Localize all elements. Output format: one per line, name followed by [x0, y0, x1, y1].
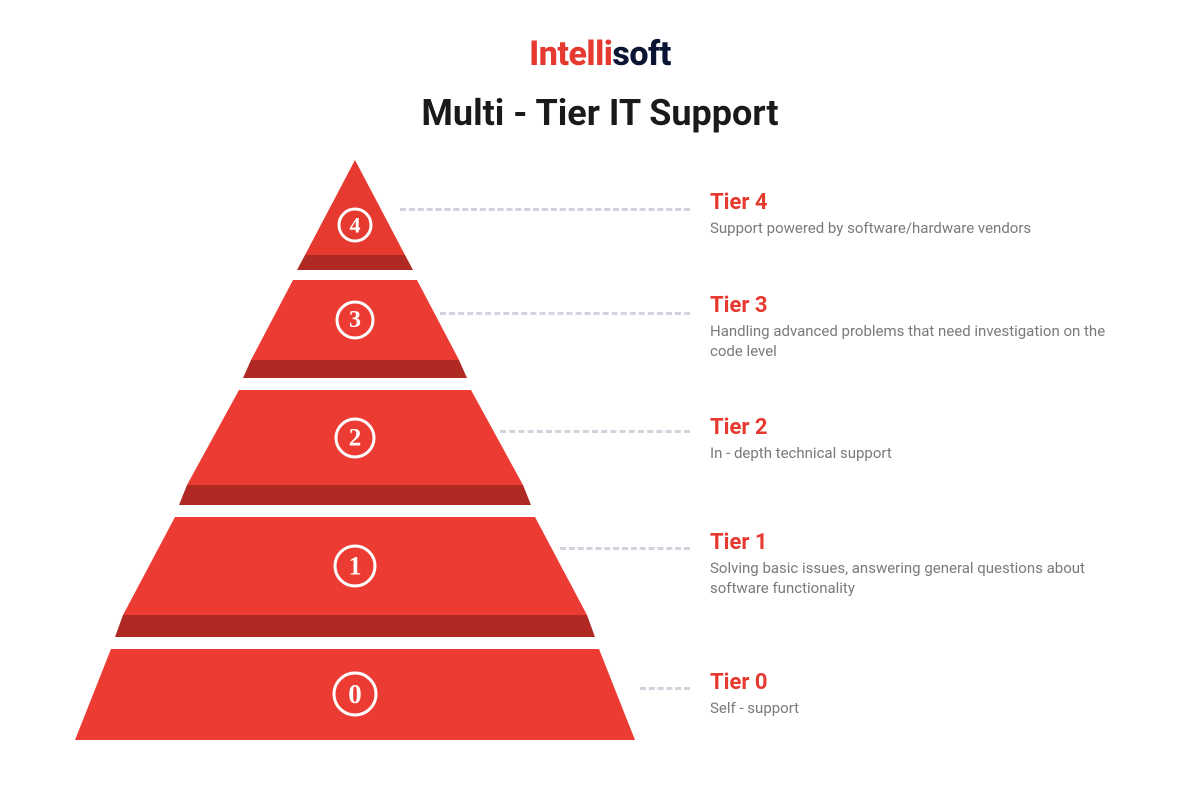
tier-0-title: Tier 0	[710, 670, 799, 695]
page-title: Multi - Tier IT Support	[421, 92, 778, 134]
tier-3-badge: 3	[349, 307, 361, 333]
pyramid-tier-2: 2	[179, 390, 531, 505]
tier-1-description: Tier 1 Solving basic issues, answering g…	[710, 530, 1110, 598]
pyramid-tier-4: 4	[297, 160, 413, 270]
pyramid-tier-0: 0	[75, 649, 635, 740]
tier-3-text: Handling advanced problems that need inv…	[710, 322, 1110, 361]
tier-1-title: Tier 1	[710, 530, 1110, 555]
tier-0-text: Self - support	[710, 699, 799, 719]
tier-2-text: In - depth technical support	[710, 444, 892, 464]
pyramid-diagram: .face { fill: #ec3b33; } .shadow { fill:…	[75, 160, 635, 750]
tier-2-badge: 2	[349, 425, 362, 452]
tier-4-title: Tier 4	[710, 190, 1031, 215]
tier-2-title: Tier 2	[710, 415, 892, 440]
logo: Intellisoft	[529, 34, 671, 74]
connector-tier-4	[400, 208, 690, 211]
pyramid-tier-1: 1	[115, 517, 595, 637]
tier-3-description: Tier 3 Handling advanced problems that n…	[710, 293, 1110, 361]
tier-4-description: Tier 4 Support powered by software/hardw…	[710, 190, 1031, 239]
tier-0-badge: 0	[348, 679, 362, 709]
connector-tier-1	[560, 547, 690, 550]
tier-1-text: Solving basic issues, answering general …	[710, 559, 1110, 598]
tier-4-text: Support powered by software/hardware ven…	[710, 219, 1031, 239]
tier-1-badge: 1	[349, 552, 362, 581]
connector-tier-0	[640, 687, 690, 690]
logo-part1: Intelli	[529, 34, 612, 74]
pyramid-tier-3: 3	[243, 280, 467, 378]
tier-4-badge: 4	[350, 213, 361, 238]
logo-part2: soft	[612, 34, 670, 74]
tier-0-description: Tier 0 Self - support	[710, 670, 799, 719]
connector-tier-3	[440, 312, 690, 315]
tier-2-description: Tier 2 In - depth technical support	[710, 415, 892, 464]
connector-tier-2	[500, 430, 690, 433]
tier-3-title: Tier 3	[710, 293, 1110, 318]
